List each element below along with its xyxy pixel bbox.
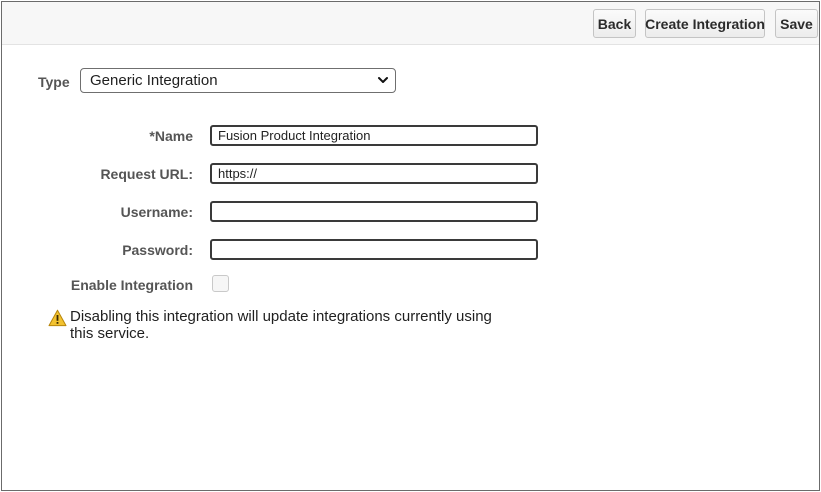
- name-field[interactable]: [210, 125, 538, 146]
- type-selected-value: Generic Integration: [90, 72, 218, 89]
- password-field[interactable]: [210, 239, 538, 260]
- type-select[interactable]: Generic Integration: [80, 68, 396, 93]
- back-button[interactable]: Back: [593, 9, 636, 38]
- warning-triangle-icon: [48, 309, 67, 327]
- save-button[interactable]: Save: [775, 9, 818, 38]
- request-url-label: Request URL:: [100, 166, 193, 182]
- password-label: Password:: [122, 242, 193, 258]
- enable-integration-label: Enable Integration: [70, 277, 193, 293]
- request-url-field[interactable]: [210, 163, 538, 184]
- enable-integration-checkbox[interactable]: [212, 275, 229, 292]
- integration-panel: Back Create Integration Save Type Generi…: [1, 1, 820, 491]
- warning-message: Disabling this integration will update i…: [70, 308, 492, 342]
- name-label: *Name: [149, 128, 193, 144]
- toolbar: Back Create Integration Save: [2, 2, 819, 45]
- username-label: Username:: [120, 204, 193, 220]
- create-integration-button[interactable]: Create Integration: [645, 9, 765, 38]
- username-field[interactable]: [210, 201, 538, 222]
- type-label: Type: [38, 74, 70, 90]
- chevron-down-icon: [378, 77, 388, 83]
